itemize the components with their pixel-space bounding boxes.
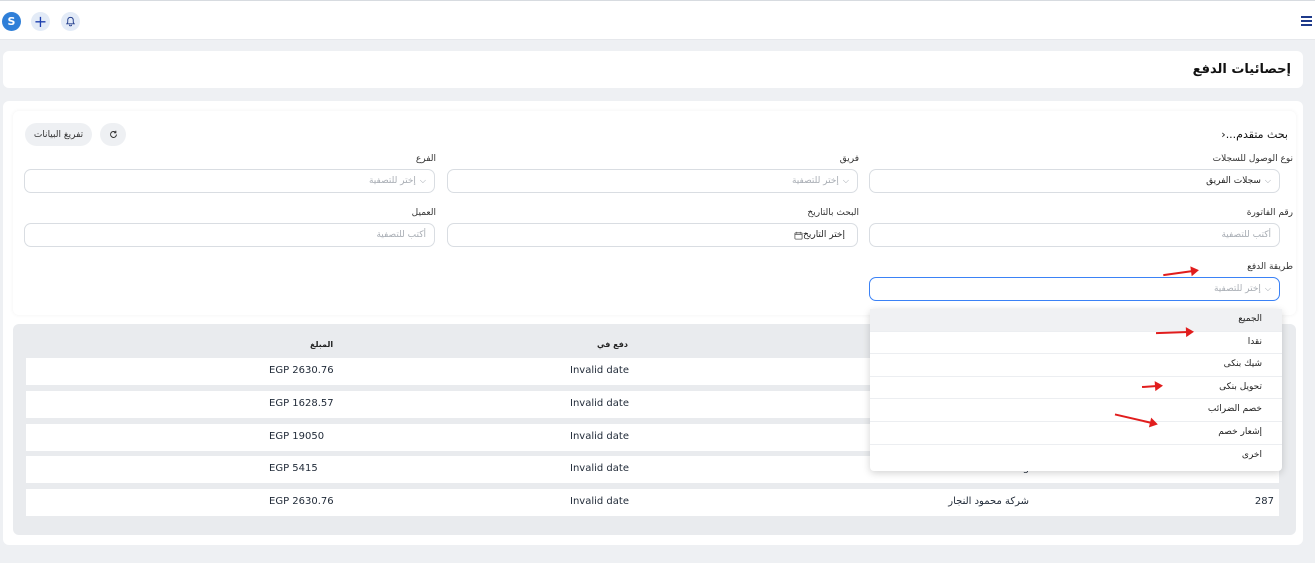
cell-amount: EGP 19050 bbox=[269, 431, 325, 442]
cell-date: Invalid date bbox=[570, 431, 629, 442]
cell-amount: EGP 1628.57 bbox=[269, 398, 334, 409]
option-other[interactable]: اخرى bbox=[870, 445, 1282, 468]
invoice-label: رقم الفاتورة bbox=[1246, 208, 1293, 218]
branch-placeholder: إختر للتصفية bbox=[368, 176, 416, 186]
access-type-label: نوع الوصول للسجلات bbox=[1212, 154, 1293, 164]
cell-date: Invalid date bbox=[570, 398, 629, 409]
top-bar: S + bbox=[0, 0, 1315, 40]
date-placeholder: إختر التاريخ bbox=[803, 230, 845, 240]
page-header: إحصائيات الدفع bbox=[3, 51, 1303, 88]
bell-icon[interactable] bbox=[61, 12, 80, 31]
cell-amount: EGP 2630.76 bbox=[269, 365, 334, 376]
team-label: فريق bbox=[839, 154, 859, 164]
cell-date: Invalid date bbox=[570, 463, 629, 474]
option-bank-cheque[interactable]: شيك بنكى bbox=[870, 354, 1282, 377]
option-debit-note[interactable]: إشعار خصم bbox=[870, 422, 1282, 445]
cell-amount: EGP 5415 bbox=[269, 463, 318, 474]
client-input[interactable]: أكتب للتصفية bbox=[24, 223, 435, 247]
payment-method-select[interactable]: ⌵ إختر للتصفية bbox=[869, 277, 1280, 301]
branch-label: الفرع bbox=[415, 154, 436, 164]
date-picker[interactable]: إختر التاريخ bbox=[447, 223, 858, 247]
branch-select[interactable]: ⌵ إختر للتصفية bbox=[24, 169, 435, 193]
option-all[interactable]: الجميع bbox=[870, 309, 1282, 332]
client-placeholder: أكتب للتصفية bbox=[376, 230, 426, 240]
invoice-input[interactable]: أكتب للتصفية bbox=[869, 223, 1280, 247]
option-tax-deduction[interactable]: خصم الضرائب bbox=[870, 399, 1282, 422]
refresh-button[interactable] bbox=[100, 123, 126, 146]
cell-number: 287 bbox=[1254, 496, 1274, 507]
table-row[interactable]: EGP 2630.76 Invalid date شركة محمود النج… bbox=[26, 489, 1279, 516]
access-type-select[interactable]: ⌵ سجلات الفريق bbox=[869, 169, 1280, 193]
hamburger-icon[interactable] bbox=[1301, 16, 1312, 26]
cell-date: Invalid date bbox=[570, 365, 629, 376]
plus-icon[interactable]: + bbox=[31, 12, 50, 31]
option-bank-transfer[interactable]: تحويل بنكى bbox=[870, 377, 1282, 400]
cell-amount: EGP 2630.76 bbox=[269, 496, 334, 507]
access-type-value: سجلات الفريق bbox=[1206, 176, 1261, 186]
advanced-search-label: بحث متقدم... bbox=[1225, 128, 1288, 141]
export-data-button[interactable]: تفريغ البيانات bbox=[25, 123, 92, 146]
chevron-down-icon: ⌵ bbox=[1264, 176, 1271, 185]
refresh-icon bbox=[109, 130, 117, 138]
invoice-placeholder: أكتب للتصفية bbox=[1221, 230, 1271, 240]
chevron-down-icon: ⌵ bbox=[419, 176, 426, 185]
calendar-icon bbox=[794, 231, 803, 240]
chevron-down-icon: ⌵ bbox=[842, 176, 849, 185]
cell-date: Invalid date bbox=[570, 496, 629, 507]
option-cash[interactable]: نقدا bbox=[870, 332, 1282, 355]
payment-method-placeholder: إختر للتصفية bbox=[1213, 284, 1261, 294]
cell-client: شركة محمود النجار bbox=[948, 496, 1029, 507]
column-header-paid-at: دفع في bbox=[597, 340, 628, 349]
date-label: البحث بالتاريخ bbox=[807, 208, 859, 218]
team-placeholder: إختر للتصفية bbox=[791, 176, 839, 186]
client-label: العميل bbox=[411, 208, 436, 218]
column-header-amount: المبلغ bbox=[310, 340, 334, 349]
chevron-down-icon: ⌵ bbox=[1264, 284, 1271, 293]
payment-method-dropdown: الجميع نقدا شيك بنكى تحويل بنكى خصم الضر… bbox=[870, 309, 1282, 471]
advanced-search-toggle[interactable]: بحث متقدم...‹ bbox=[1215, 128, 1288, 141]
advanced-search-panel: تفريغ البيانات بحث متقدم...‹ نوع الوصول … bbox=[13, 111, 1296, 315]
app-logo-icon[interactable]: S bbox=[2, 12, 21, 31]
page-title: إحصائيات الدفع bbox=[1192, 62, 1291, 77]
team-select[interactable]: ⌵ إختر للتصفية bbox=[447, 169, 858, 193]
